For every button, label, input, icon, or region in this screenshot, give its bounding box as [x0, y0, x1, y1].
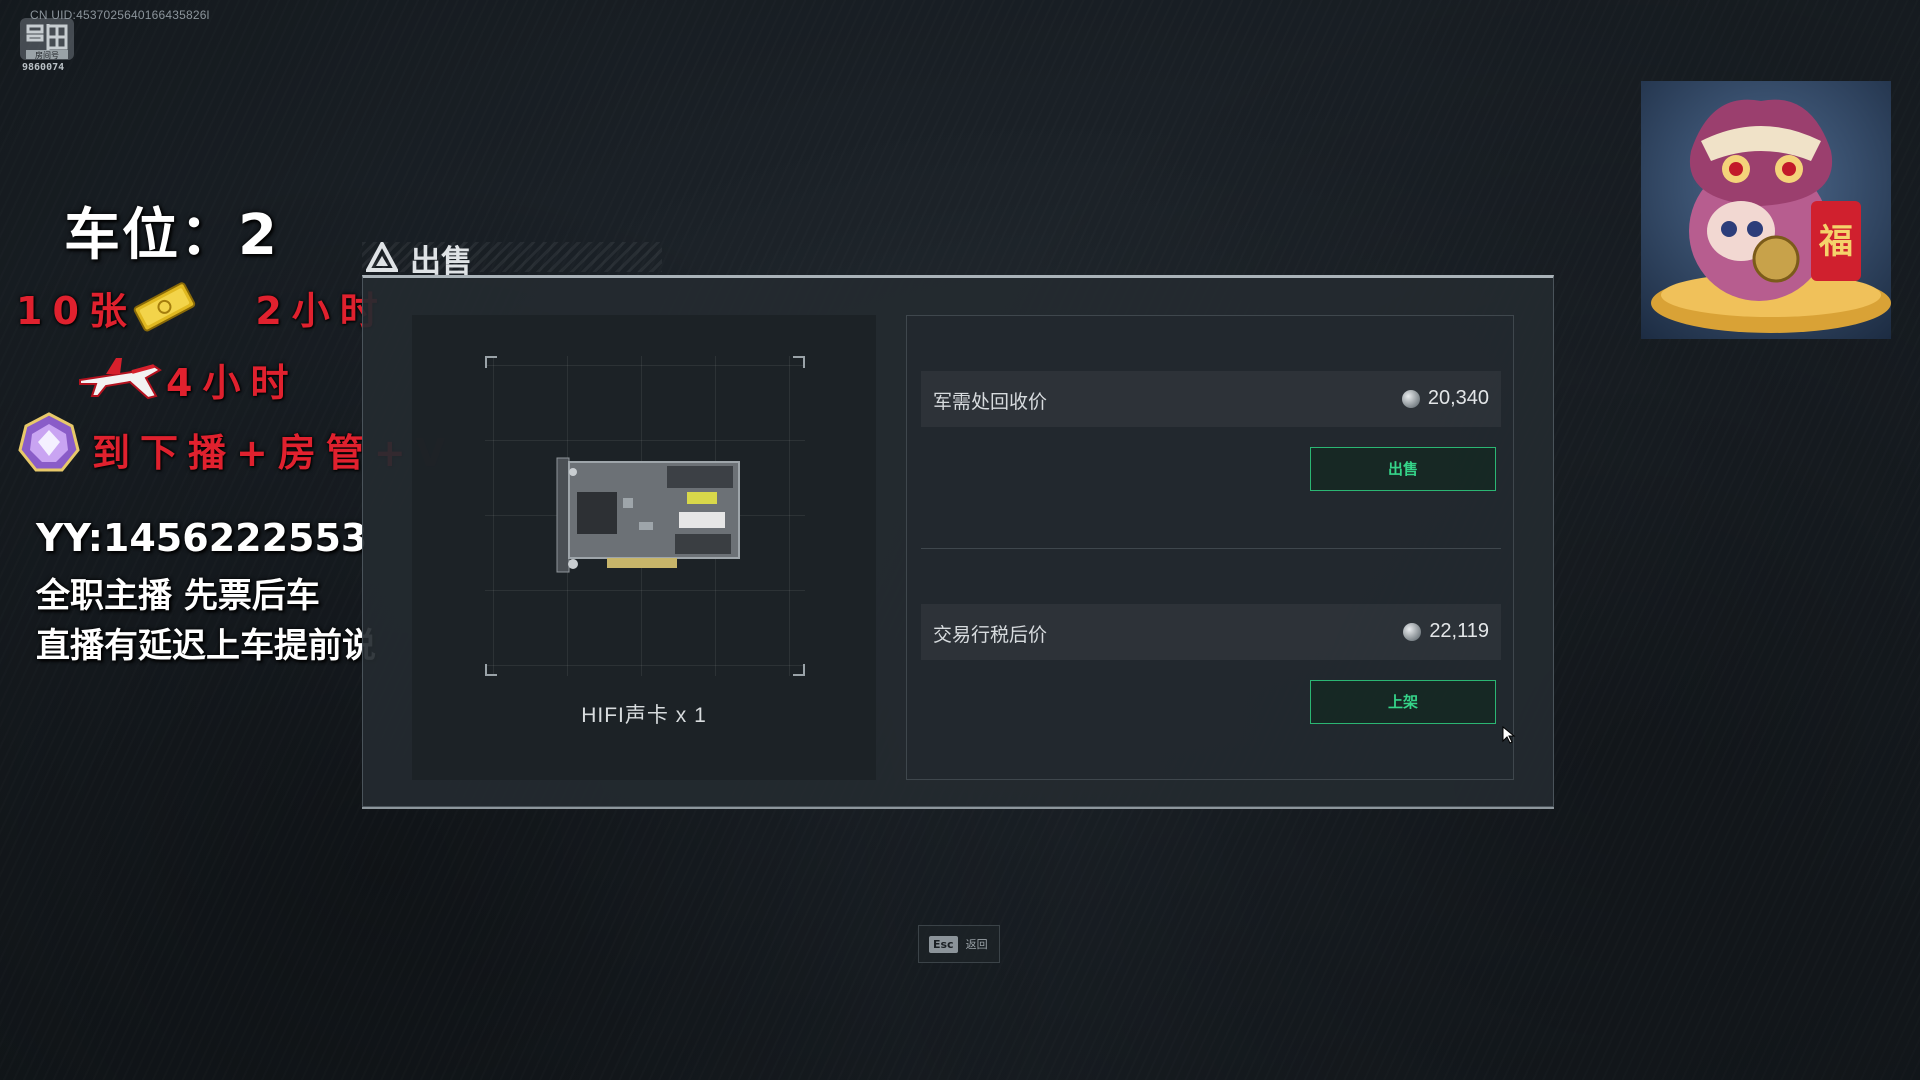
list-on-market-button[interactable]: 上架: [1310, 680, 1496, 724]
jet-line: 4小时: [166, 361, 299, 405]
frame-corner: [485, 356, 497, 368]
recycle-price-value: 20,340: [1401, 387, 1489, 410]
sound-card-image: [556, 457, 740, 573]
trade-price-label: 交易行税后价: [933, 625, 1048, 646]
coin-icon: [1403, 622, 1422, 641]
recycle-price-row: 军需处回收价 20,340: [921, 371, 1501, 427]
item-name: HIFI声卡 x 1: [581, 704, 707, 727]
sell-dialog-panel: HIFI声卡 x 1 军需处回收价 20,340 出售 交易行税后价 22,11…: [362, 275, 1554, 809]
frame-corner: [793, 664, 805, 676]
esc-back-button[interactable]: Esc 返回: [918, 925, 1000, 963]
svg-text:房间号: 房间号: [35, 50, 59, 60]
room-number: 9860074: [22, 62, 65, 73]
ticket-line: 10张 2小时: [16, 280, 388, 335]
gold-ticket-icon: [133, 282, 196, 332]
rank-badge-icon: [18, 412, 80, 472]
item-preview-box: HIFI声卡 x 1: [412, 315, 876, 780]
price-options-box: 军需处回收价 20,340 出售 交易行税后价 22,119 上架: [906, 315, 1514, 780]
coin-icon: [1401, 389, 1420, 408]
header-stripe: [362, 242, 662, 272]
trade-price-value: 22,119: [1403, 620, 1489, 643]
jet-plane-icon: [79, 358, 162, 400]
frame-corner: [485, 664, 497, 676]
douyu-logo-icon: 房间号: [20, 18, 74, 60]
sell-button[interactable]: 出售: [1310, 447, 1496, 491]
recycle-price-amount: 20,340: [1427, 387, 1489, 409]
item-preview-grid: [485, 356, 805, 676]
mascot-webcam-image: 福: [1641, 81, 1891, 339]
delta-triangle-icon: [366, 242, 398, 272]
platform-logo: 房间号 9860074: [18, 16, 76, 74]
streamer-info-2: 直播有延迟上车提前说: [36, 626, 376, 666]
seat-count: 车位：2: [64, 203, 279, 268]
svg-text:福: 福: [1818, 222, 1853, 262]
back-label: 返回: [965, 939, 988, 951]
ticket-count: 10张: [16, 289, 137, 333]
streamer-info-1: 全职主播 先票后车: [36, 576, 320, 616]
trade-price-row: 交易行税后价 22,119: [921, 604, 1501, 660]
lion-figurine-image: 福: [1641, 81, 1891, 339]
trade-price-amount: 22,119: [1429, 620, 1489, 642]
yy-id: YY:1456222553: [36, 516, 368, 560]
mouse-cursor-icon: [1502, 726, 1516, 744]
section-divider: [921, 548, 1501, 549]
esc-key-icon: Esc: [929, 935, 958, 953]
frame-corner: [793, 356, 805, 368]
recycle-price-label: 军需处回收价: [933, 392, 1048, 413]
